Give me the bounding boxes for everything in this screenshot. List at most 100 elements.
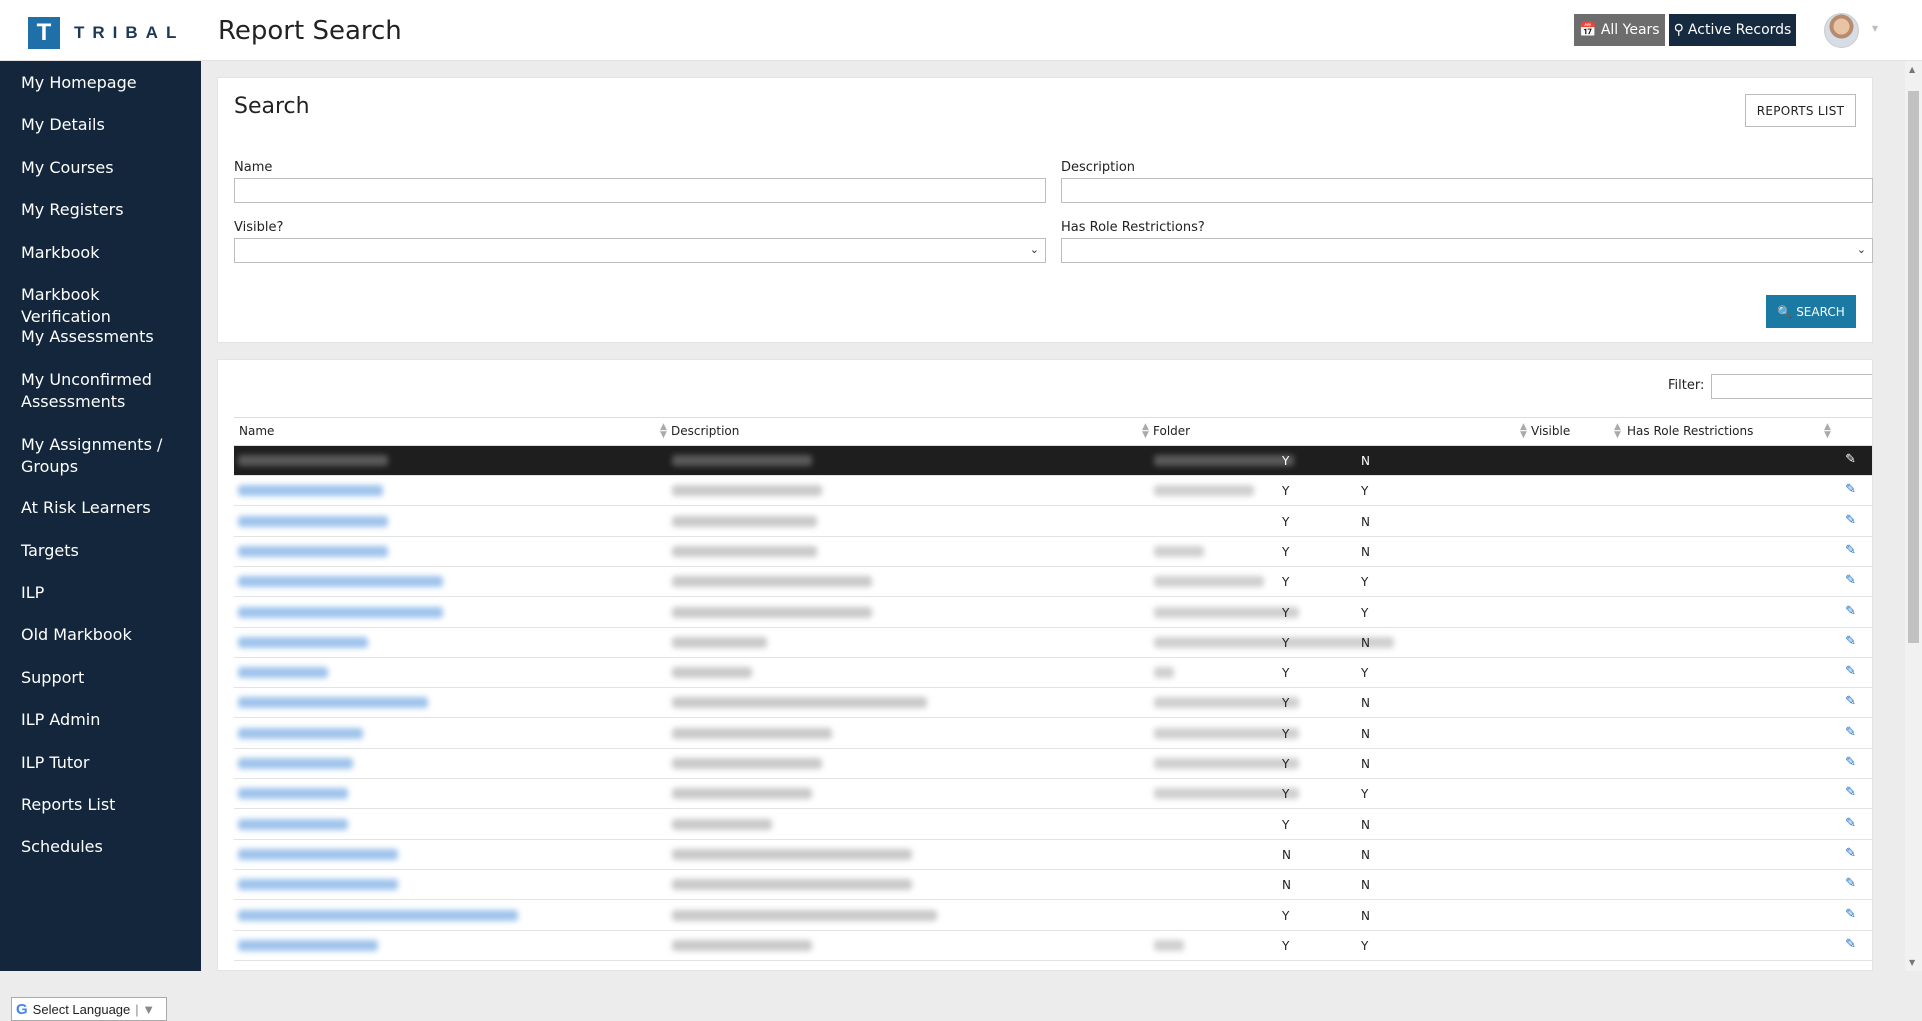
search-button[interactable]: 🔍 SEARCH [1766, 295, 1856, 328]
sidebar-item-my-courses[interactable]: My Courses [0, 157, 200, 179]
table-row[interactable]: Y N ✎ [234, 810, 1872, 840]
language-selector[interactable]: G Select Language | ▼ [11, 997, 167, 1021]
scroll-up-icon[interactable]: ▲ [1909, 65, 1915, 74]
report-name-link[interactable] [238, 848, 398, 860]
edit-pencil-icon[interactable]: ✎ [1845, 937, 1856, 952]
table-row[interactable]: Y Y ✎ [234, 779, 1872, 810]
role-restrictions-select[interactable]: ⌄ [1061, 238, 1873, 263]
sidebar-item-at-risk-learners[interactable]: At Risk Learners [0, 497, 200, 519]
sidebar-item-old-markbook[interactable]: Old Markbook [0, 624, 200, 646]
sidebar-item-my-homepage[interactable]: My Homepage [0, 72, 200, 94]
sort-icon[interactable]: ▲ ▼ [1614, 423, 1621, 440]
sidebar-item-ilp-tutor[interactable]: ILP Tutor [0, 752, 200, 774]
edit-pencil-icon[interactable]: ✎ [1845, 907, 1856, 922]
report-name-link[interactable] [238, 515, 388, 527]
report-description [672, 939, 812, 951]
visible-value: Y [1282, 726, 1290, 741]
table-row[interactable]: Y N ✎ [234, 688, 1872, 719]
description-input[interactable] [1061, 178, 1873, 203]
report-description [672, 848, 912, 860]
report-name-link[interactable] [238, 576, 443, 588]
page-scrollbar[interactable]: ▲ ▼ [1905, 61, 1922, 971]
visible-select[interactable]: ⌄ [234, 238, 1046, 263]
report-name-link[interactable] [238, 818, 348, 830]
sidebar-item-my-assignments-groups[interactable]: My Assignments / Groups [0, 434, 200, 478]
table-row[interactable]: Y N ✎ [234, 537, 1872, 567]
edit-pencil-icon[interactable]: ✎ [1845, 573, 1856, 588]
table-row[interactable]: Y Y ✎ [234, 598, 1872, 628]
table-row[interactable]: Y N ✎ [234, 628, 1872, 658]
avatar[interactable] [1824, 13, 1859, 48]
table-row[interactable]: Y N ✎ [234, 749, 1872, 779]
sort-icon[interactable]: ▲ ▼ [1142, 423, 1149, 440]
edit-pencil-icon[interactable]: ✎ [1845, 816, 1856, 831]
table-row[interactable]: N N ✎ [234, 840, 1872, 870]
table-row[interactable]: Y Y ✎ [234, 567, 1872, 598]
report-name-link[interactable] [238, 909, 518, 921]
column-header-visible[interactable]: Visible [1531, 424, 1570, 438]
report-name-link[interactable] [238, 788, 348, 800]
edit-pencil-icon[interactable]: ✎ [1845, 452, 1856, 467]
scrollbar-thumb[interactable] [1908, 91, 1919, 643]
chevron-down-icon[interactable]: ▾ [1872, 21, 1878, 35]
reports-list-button[interactable]: REPORTS LIST [1745, 94, 1856, 127]
report-name-link[interactable] [238, 879, 398, 891]
table-row[interactable]: Y N ✎ [234, 507, 1872, 537]
sidebar-item-ilp[interactable]: ILP [0, 582, 200, 604]
column-header-folder[interactable]: Folder [1153, 424, 1190, 438]
report-name-link[interactable] [238, 727, 363, 739]
sidebar-item-reports-list[interactable]: Reports List [0, 794, 200, 816]
edit-pencil-icon[interactable]: ✎ [1845, 755, 1856, 770]
edit-pencil-icon[interactable]: ✎ [1845, 725, 1856, 740]
report-name-link[interactable] [238, 606, 443, 618]
report-name-link[interactable] [238, 697, 428, 709]
sidebar-item-markbook[interactable]: Markbook [0, 242, 200, 264]
sidebar-item-my-assessments[interactable]: My Assessments [0, 326, 200, 348]
tribal-logo[interactable]: T TRIBAL [28, 17, 184, 49]
active-records-button[interactable]: ⚲ Active Records [1669, 14, 1796, 46]
scroll-down-icon[interactable]: ▼ [1909, 958, 1915, 967]
sidebar-item-targets[interactable]: Targets [0, 540, 200, 562]
edit-pencil-icon[interactable]: ✎ [1845, 785, 1856, 800]
search-icon: 🔍 [1777, 304, 1793, 319]
edit-pencil-icon[interactable]: ✎ [1845, 604, 1856, 619]
table-row[interactable]: Y N ✎ [234, 901, 1872, 931]
edit-pencil-icon[interactable]: ✎ [1845, 846, 1856, 861]
column-header-role-restrictions[interactable]: Has Role Restrictions [1627, 424, 1753, 438]
edit-pencil-icon[interactable]: ✎ [1845, 634, 1856, 649]
sort-icon[interactable]: ▲ ▼ [1824, 423, 1831, 440]
table-row[interactable]: Y Y ✎ [234, 658, 1872, 689]
sidebar-item-markbook-verification[interactable]: Markbook Verification [0, 284, 200, 328]
report-name-link[interactable] [238, 485, 383, 497]
edit-pencil-icon[interactable]: ✎ [1845, 664, 1856, 679]
report-name-link[interactable] [238, 455, 388, 466]
sidebar-item-my-details[interactable]: My Details [0, 114, 200, 136]
report-name-link[interactable] [238, 636, 368, 648]
edit-pencil-icon[interactable]: ✎ [1845, 876, 1856, 891]
column-header-name[interactable]: Name [239, 424, 274, 438]
edit-pencil-icon[interactable]: ✎ [1845, 482, 1856, 497]
report-name-link[interactable] [238, 545, 388, 557]
sort-icon[interactable]: ▲ ▼ [1520, 423, 1527, 440]
report-name-link[interactable] [238, 939, 378, 951]
all-years-button[interactable]: 📅 All Years [1574, 14, 1665, 46]
sidebar-item-my-unconfirmed-assessments[interactable]: My Unconfirmed Assessments [0, 369, 200, 413]
sidebar-item-my-registers[interactable]: My Registers [0, 199, 200, 221]
table-row[interactable]: Y Y ✎ [234, 931, 1872, 961]
edit-pencil-icon[interactable]: ✎ [1845, 513, 1856, 528]
table-row[interactable]: Y N ✎ [234, 719, 1872, 749]
name-input[interactable] [234, 178, 1046, 203]
edit-pencil-icon[interactable]: ✎ [1845, 694, 1856, 709]
filter-input[interactable] [1711, 374, 1872, 399]
table-row[interactable]: Y Y ✎ [234, 476, 1872, 507]
report-name-link[interactable] [238, 667, 328, 679]
sidebar-item-support[interactable]: Support [0, 667, 200, 689]
edit-pencil-icon[interactable]: ✎ [1845, 543, 1856, 558]
sidebar-item-ilp-admin[interactable]: ILP Admin [0, 709, 200, 731]
table-row[interactable]: N N ✎ [234, 870, 1872, 901]
sidebar-item-schedules[interactable]: Schedules [0, 836, 200, 858]
table-row[interactable]: Y N ✎ [234, 446, 1872, 476]
sort-icon[interactable]: ▲ ▼ [660, 423, 667, 440]
report-name-link[interactable] [238, 758, 353, 769]
column-header-description[interactable]: Description [671, 424, 739, 438]
